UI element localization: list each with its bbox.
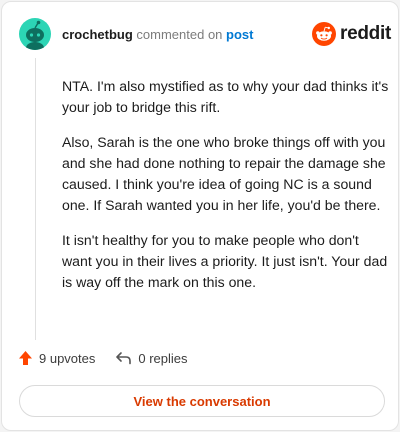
upvote-button[interactable]: 9 upvotes bbox=[18, 350, 95, 366]
reddit-logo-icon bbox=[312, 22, 336, 46]
reply-button[interactable]: 0 replies bbox=[115, 350, 188, 366]
username[interactable]: crochetbug bbox=[62, 27, 133, 42]
thread-line bbox=[35, 58, 36, 340]
brand-name: reddit bbox=[340, 23, 391, 44]
comment-paragraph: NTA. I'm also mystified as to why your d… bbox=[62, 78, 389, 115]
view-conversation-button[interactable]: View the conversation bbox=[19, 385, 385, 417]
comment-header: crochetbug commented on post bbox=[62, 27, 254, 43]
action-text: commented on bbox=[136, 27, 223, 42]
upvote-arrow-icon bbox=[19, 351, 32, 365]
comment-paragraph: Also, Sarah is the one who broke things … bbox=[62, 134, 386, 213]
snoo-avatar-icon bbox=[26, 20, 44, 50]
upvote-count: 9 upvotes bbox=[39, 350, 96, 366]
user-avatar[interactable] bbox=[19, 18, 51, 50]
comment-body: NTA. I'm also mystified as to why your d… bbox=[62, 76, 392, 307]
reply-arrow-icon bbox=[116, 352, 132, 365]
comment-card: crochetbug commented on post reddit NTA.… bbox=[1, 1, 399, 431]
brand[interactable]: reddit bbox=[312, 22, 391, 46]
comment-actions: 9 upvotes 0 replies bbox=[18, 350, 188, 366]
reply-count: 0 replies bbox=[138, 350, 188, 366]
comment-paragraph: It isn't healthy for you to make people … bbox=[62, 232, 388, 290]
post-link[interactable]: post bbox=[226, 27, 253, 42]
